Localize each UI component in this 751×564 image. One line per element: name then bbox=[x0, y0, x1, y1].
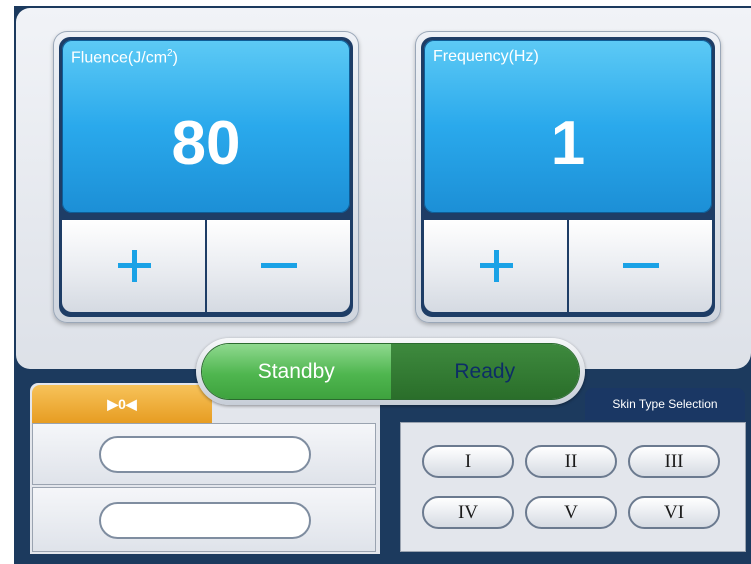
minus-icon bbox=[260, 263, 297, 268]
skin-type-3-button[interactable]: III bbox=[628, 445, 720, 478]
fluence-display: Fluence(J/cm2) 80 bbox=[62, 40, 350, 213]
frequency-decrease-button[interactable] bbox=[569, 220, 712, 312]
skin-type-6-button[interactable]: VI bbox=[628, 496, 720, 529]
fluence-panel-inner: Fluence(J/cm2) 80 bbox=[59, 37, 353, 317]
ready-button[interactable]: Ready bbox=[390, 344, 579, 399]
skin-type-title: Skin Type Selection bbox=[585, 388, 745, 420]
frequency-panel-inner: Frequency(Hz) 1 bbox=[421, 37, 715, 317]
frequency-value: 1 bbox=[550, 109, 586, 178]
mode-toggle: Standby Ready bbox=[196, 338, 585, 405]
fluence-label: Fluence(J/cm2) bbox=[71, 48, 178, 67]
frequency-label: Frequency(Hz) bbox=[433, 48, 539, 65]
fluence-value: 80 bbox=[171, 109, 241, 178]
skin-type-panel: I II III IV V VI bbox=[400, 422, 746, 552]
mode-toggle-inner: Standby Ready bbox=[202, 344, 579, 399]
minus-icon bbox=[622, 263, 659, 268]
energy-input-2[interactable] bbox=[99, 502, 311, 539]
skin-type-4-button[interactable]: IV bbox=[422, 496, 514, 529]
skin-type-5-button[interactable]: V bbox=[525, 496, 617, 529]
frequency-panel: Frequency(Hz) 1 bbox=[415, 31, 721, 323]
fluence-buttons bbox=[62, 220, 350, 312]
standby-button[interactable]: Standby bbox=[202, 344, 391, 399]
skin-type-1-button[interactable]: I bbox=[422, 445, 514, 478]
frequency-buttons bbox=[424, 220, 712, 312]
zero-tab[interactable]: ▶0◀ bbox=[32, 385, 212, 423]
fluence-label-text: Fluence(J/cm bbox=[71, 49, 168, 67]
fluence-increase-button[interactable] bbox=[62, 220, 205, 312]
frequency-display: Frequency(Hz) 1 bbox=[424, 40, 712, 213]
fluence-decrease-button[interactable] bbox=[207, 220, 350, 312]
fluence-panel: Fluence(J/cm2) 80 bbox=[53, 31, 359, 323]
energy-input-1[interactable] bbox=[99, 436, 311, 473]
fluence-label-suffix: ) bbox=[172, 49, 178, 67]
plus-icon bbox=[117, 250, 151, 282]
frequency-increase-button[interactable] bbox=[424, 220, 567, 312]
plus-icon bbox=[479, 250, 513, 282]
energy-field-row-1 bbox=[32, 423, 376, 485]
skin-type-2-button[interactable]: II bbox=[525, 445, 617, 478]
energy-field-row-2 bbox=[32, 487, 376, 552]
